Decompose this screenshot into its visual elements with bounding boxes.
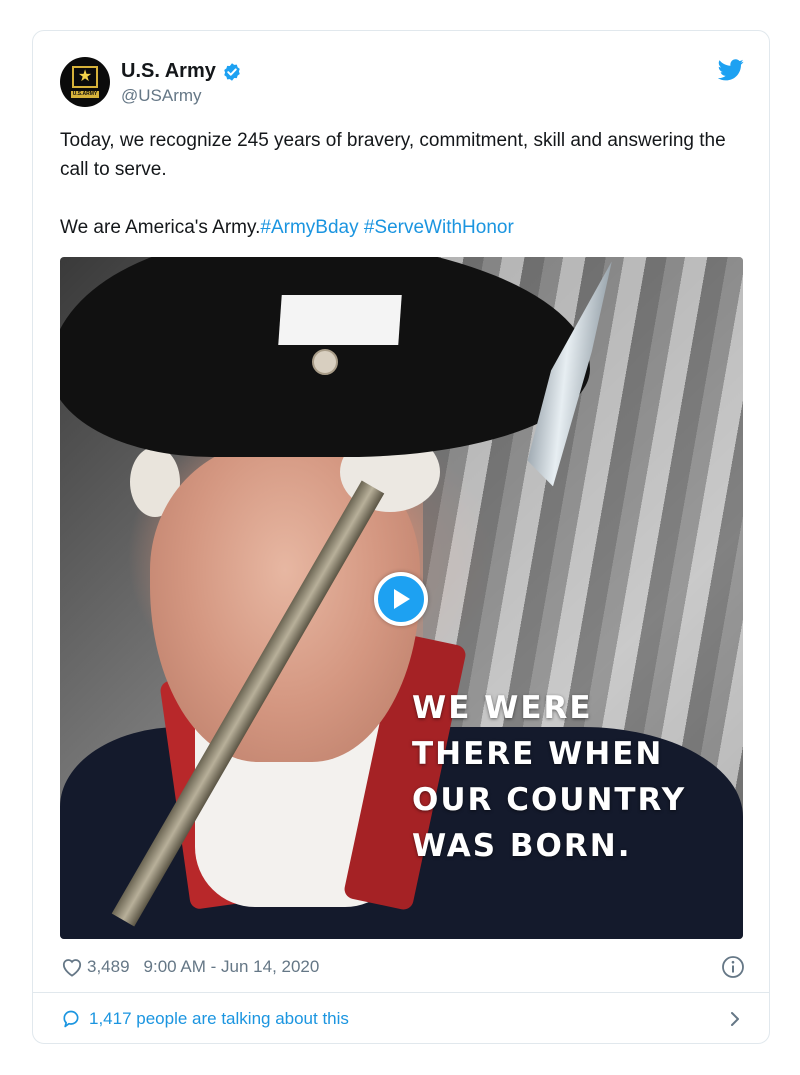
tweet-text-line2: We are America's Army.#ArmyBday #ServeWi… — [60, 213, 740, 242]
video-caption-line: WAS BORN. — [412, 828, 632, 864]
divider — [33, 992, 769, 993]
video-caption: WE WERE THERE WHEN OUR COUNTRY WAS BORN. — [412, 685, 712, 869]
twitter-bird-icon[interactable] — [718, 59, 744, 81]
tweet-header: ★ U.S.ARMY U.S. Army @USArmy — [60, 57, 744, 109]
tweet-meta: 3,489 9:00 AM - Jun 14, 2020 — [61, 954, 745, 980]
info-icon[interactable] — [721, 955, 745, 979]
tweet-text-line2-prefix: We are America's Army. — [60, 217, 261, 238]
hashtag-serve-with-honor[interactable]: #ServeWithHonor — [364, 217, 514, 238]
avatar[interactable]: ★ U.S.ARMY — [60, 57, 110, 107]
video-caption-line: OUR COUNTRY — [412, 782, 687, 818]
media-hat-ribbon — [278, 295, 402, 345]
play-button[interactable] — [374, 572, 428, 626]
chevron-right-icon[interactable] — [725, 1008, 745, 1030]
video-caption-line: THERE WHEN — [412, 736, 664, 772]
timestamp[interactable]: 9:00 AM - Jun 14, 2020 — [144, 957, 320, 977]
tweet-card[interactable]: ★ U.S.ARMY U.S. Army @USArmy Today, we r… — [32, 30, 770, 1044]
like-count[interactable]: 3,489 — [87, 957, 130, 977]
play-icon — [394, 589, 410, 609]
talking-about-text[interactable]: 1,417 people are talking about this — [89, 1009, 349, 1029]
heart-icon[interactable] — [61, 957, 83, 977]
video-media[interactable]: WE WERE THERE WHEN OUR COUNTRY WAS BORN. — [60, 257, 743, 939]
avatar-logo-text: U.S.ARMY — [71, 91, 99, 98]
video-caption-line: WE WERE — [412, 690, 593, 726]
star-icon: ★ — [72, 66, 98, 88]
name-row: U.S. Army — [121, 60, 242, 83]
verified-badge-icon — [224, 62, 240, 81]
reply-bubble-icon — [63, 1010, 79, 1028]
talking-about-link[interactable]: 1,417 people are talking about this — [61, 1007, 745, 1031]
media-hat-button — [312, 349, 338, 375]
display-name[interactable]: U.S. Army — [121, 60, 216, 83]
tweet-text-line1: Today, we recognize 245 years of bravery… — [60, 130, 726, 180]
hashtag-army-bday[interactable]: #ArmyBday — [260, 217, 358, 238]
tweet-text: Today, we recognize 245 years of bravery… — [60, 126, 740, 242]
handle[interactable]: @USArmy — [121, 86, 202, 106]
